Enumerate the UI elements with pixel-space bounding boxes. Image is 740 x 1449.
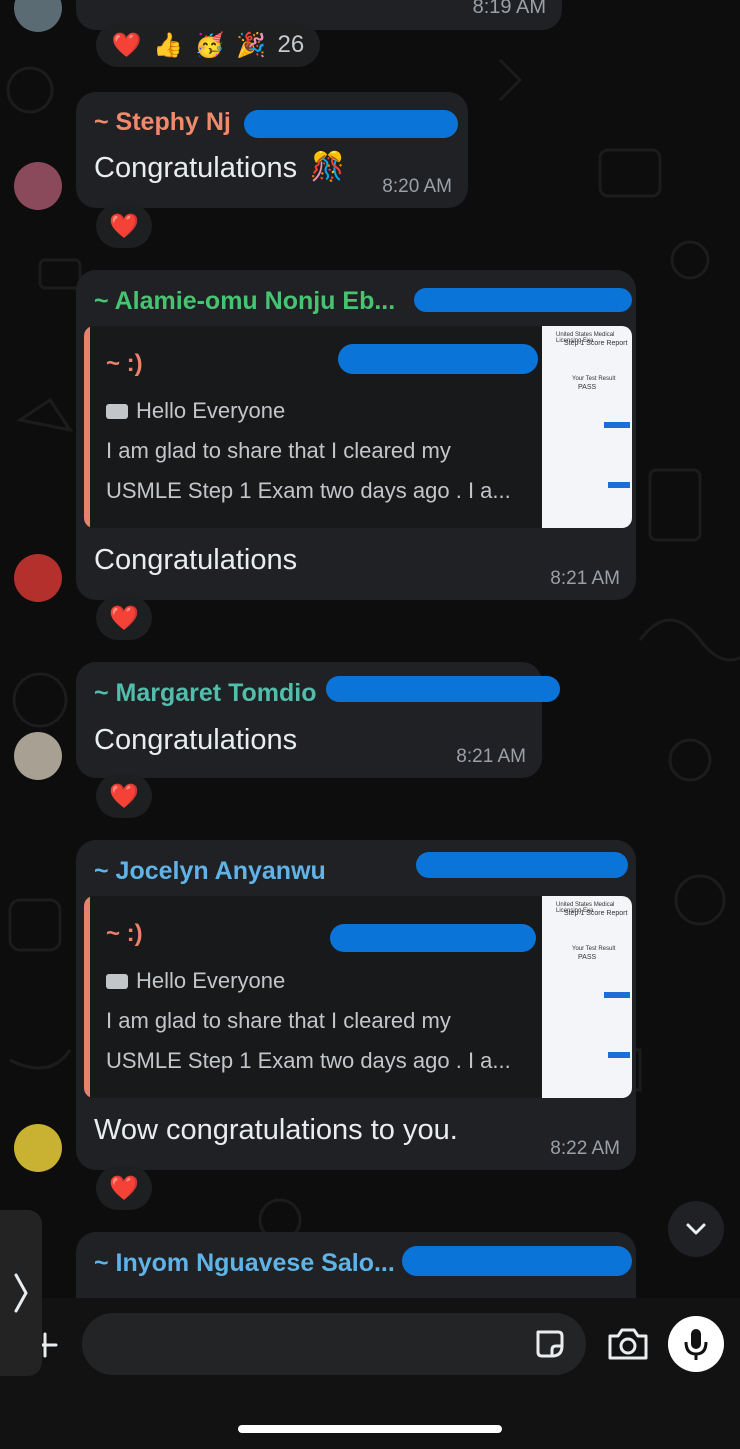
avatar[interactable] — [14, 162, 62, 210]
quote-accent-bar — [84, 326, 90, 528]
message-bubble[interactable]: ~ Alamie-omu Nonju Eb... ~ :) Hello Ever… — [76, 270, 636, 600]
chevron-right-icon — [14, 1273, 28, 1313]
redaction-mark — [338, 344, 538, 374]
message-time: 8:19 AM — [472, 0, 546, 18]
message-bubble[interactable]: ~ Jocelyn Anyanwu ~ :) Hello Everyone I … — [76, 840, 636, 1170]
redaction-mark — [244, 110, 458, 138]
quote-thumbnail: United States Medical Licensing Exa Step… — [542, 896, 632, 1098]
avatar[interactable] — [14, 554, 62, 602]
heart-emoji: ❤️ — [109, 1174, 139, 1202]
sender-name[interactable]: ~ Inyom Nguavese Salo... — [94, 1249, 395, 1278]
quote-line: USMLE Step 1 Exam two days ago . I a... — [106, 478, 511, 503]
quote-line: I am glad to share that I cleared my — [106, 1008, 451, 1033]
message-input[interactable] — [82, 1313, 586, 1375]
thumbs-up-emoji: 👍 — [153, 31, 184, 59]
message-bubble[interactable]: ~ Stephy Nj Congratulations 🎊 8:20 AM — [76, 92, 468, 208]
message-time: 8:21 AM — [456, 746, 526, 767]
quote-line: Hello Everyone — [106, 398, 285, 424]
redaction-mark — [416, 852, 628, 878]
redaction-mark — [326, 676, 560, 702]
redaction-mark — [402, 1246, 632, 1276]
microphone-icon — [684, 1329, 708, 1360]
sender-name[interactable]: ~ Margaret Tomdio — [94, 679, 317, 708]
thumbnail-bar — [608, 482, 630, 488]
sender-name[interactable]: ~ Jocelyn Anyanwu — [94, 857, 326, 886]
reaction-heart[interactable]: ❤️ — [96, 774, 152, 818]
message-text: Congratulations — [94, 152, 298, 184]
camera-icon — [106, 404, 128, 419]
quote-text: Hello Everyone — [136, 398, 286, 423]
reaction-heart[interactable]: ❤️ — [96, 596, 152, 640]
heart-emoji: ❤️ — [109, 782, 139, 810]
scroll-to-bottom-button[interactable] — [668, 1201, 724, 1257]
message-time: 8:22 AM — [550, 1138, 620, 1159]
quoted-message[interactable]: ~ :) Hello Everyone I am glad to share t… — [84, 326, 632, 528]
reaction-heart[interactable]: ❤️ — [96, 204, 152, 248]
microphone-button[interactable] — [668, 1316, 724, 1372]
message-time: 8:20 AM — [382, 176, 452, 197]
quote-sender: ~ :) — [106, 350, 143, 377]
thumbnail-bar — [604, 992, 630, 998]
avatar[interactable] — [14, 1124, 62, 1172]
chevron-down-icon — [686, 1223, 706, 1235]
quote-text: Hello Everyone — [136, 968, 286, 993]
message-text: Wow congratulations to you. — [94, 1114, 458, 1146]
party-face-emoji: 🥳 — [194, 31, 225, 59]
side-panel-tab[interactable] — [0, 1210, 42, 1376]
sender-name[interactable]: ~ Stephy Nj — [94, 108, 231, 137]
message-text: Congratulations — [94, 724, 298, 756]
quote-thumbnail: United States Medical Licensing Exa Step… — [542, 326, 632, 528]
heart-emoji: ❤️ — [111, 31, 142, 59]
sticker-icon[interactable] — [532, 1326, 568, 1362]
sender-name[interactable]: ~ Alamie-omu Nonju Eb... — [94, 287, 395, 316]
composer-bar — [0, 1298, 740, 1449]
message-text: Congratulations — [94, 544, 298, 576]
thumbnail-result-label: Your Test Result — [572, 376, 616, 382]
home-indicator — [238, 1425, 502, 1433]
camera-icon — [106, 974, 128, 989]
quote-line: I am glad to share that I cleared my — [106, 438, 451, 463]
thumbnail-bar — [604, 422, 630, 428]
quote-sender: ~ :) — [106, 920, 143, 947]
quote-line: Hello Everyone — [106, 968, 285, 994]
reaction-heart[interactable]: ❤️ — [96, 1166, 152, 1210]
quote-accent-bar — [84, 896, 90, 1098]
redaction-mark — [414, 288, 632, 312]
quoted-message[interactable]: ~ :) Hello Everyone I am glad to share t… — [84, 896, 632, 1098]
reaction-count: 26 — [277, 31, 305, 58]
avatar[interactable] — [14, 732, 62, 780]
quote-line: USMLE Step 1 Exam two days ago . I a... — [106, 1048, 511, 1073]
thumbnail-subtitle: Step 1 Score Report — [564, 340, 628, 347]
thumbnail-result-label: Your Test Result — [572, 946, 616, 952]
redaction-mark — [330, 924, 536, 952]
confetti-emoji: 🎊 — [310, 151, 345, 182]
message-time: 8:21 AM — [550, 568, 620, 589]
thumbnail-result: PASS — [578, 384, 597, 391]
heart-emoji: ❤️ — [109, 604, 139, 632]
message-bubble[interactable]: ~ Margaret Tomdio Congratulations 8:21 A… — [76, 662, 560, 778]
thumbnail-bar — [608, 1052, 630, 1058]
thumbnail-result: PASS — [578, 954, 597, 961]
party-popper-emoji: 🎉 — [236, 31, 266, 59]
reaction-summary[interactable]: ❤️ 👍 🥳 🎉 26 — [96, 23, 320, 67]
heart-emoji: ❤️ — [109, 212, 139, 240]
camera-icon[interactable] — [606, 1326, 650, 1362]
thumbnail-subtitle: Step 1 Score Report — [564, 910, 628, 917]
